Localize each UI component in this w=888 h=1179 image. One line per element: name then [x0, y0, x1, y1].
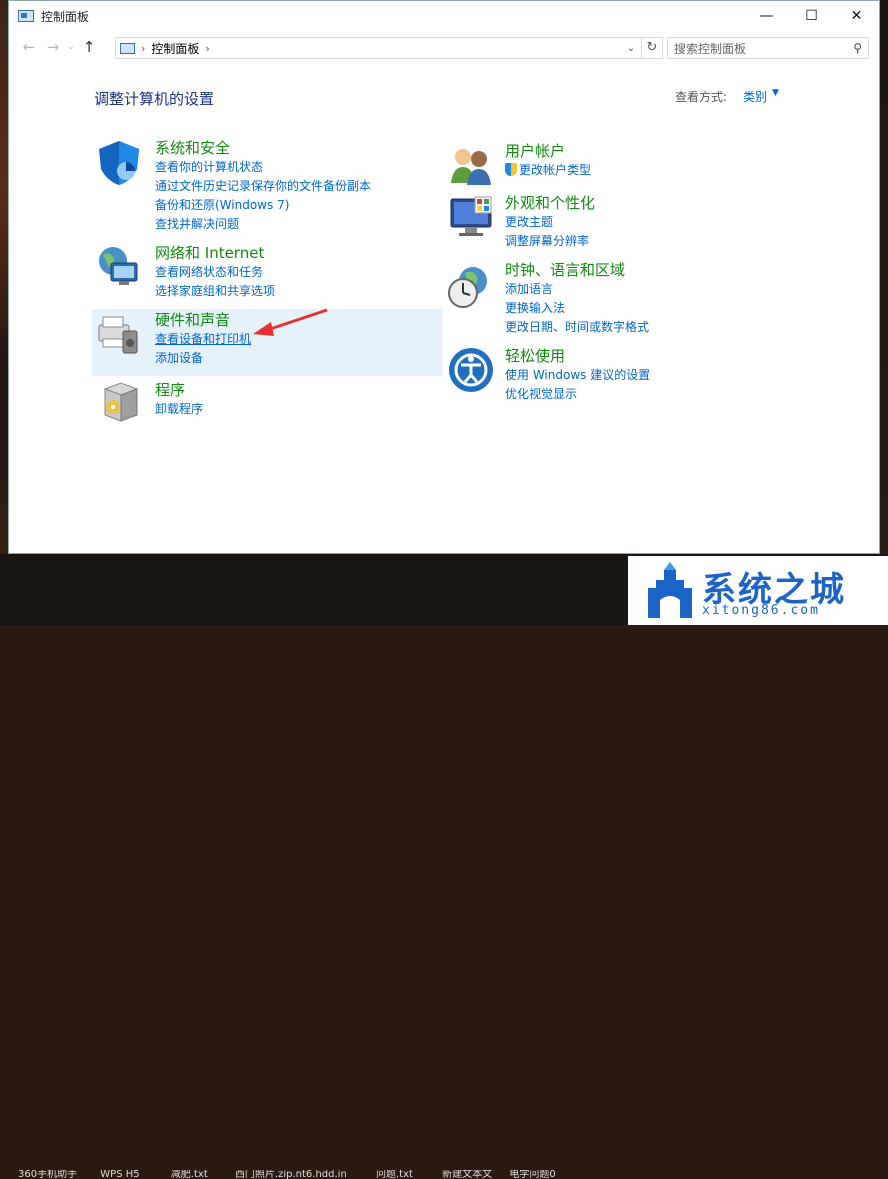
annotation-arrow	[253, 308, 328, 336]
desktop-background-left	[0, 0, 8, 625]
watermark-logo: 系统之城 xitong86.com	[628, 556, 888, 625]
desktop-background-right	[880, 0, 888, 625]
taskbar-item[interactable]: 问题.txt	[376, 1170, 413, 1179]
taskbar-item[interactable]: 减肥.txt	[171, 1170, 208, 1179]
taskbar-item[interactable]: 360手机助手	[18, 1170, 77, 1179]
taskbar-item[interactable]: 西门照片.zip.nt6.hdd.in	[235, 1170, 347, 1179]
taskbar-items: 360手机助手 WPS H5 减肥.txt 西门照片.zip.nt6.hdd.i…	[0, 1170, 640, 1179]
control-panel-window: 控制面板 — ☐ ✕ ← → ⌄ ↑ › 控制面板 › ⌄ ↻ 搜索控制面板 ⚲…	[8, 0, 880, 554]
taskbar-item[interactable]: 电学问题0	[509, 1170, 555, 1179]
castle-logo-icon	[648, 562, 692, 618]
watermark-url-text: xitong86.com	[702, 603, 820, 618]
taskbar-item[interactable]: 新建文本文	[442, 1170, 492, 1179]
taskbar-item[interactable]: WPS H5	[100, 1170, 139, 1179]
